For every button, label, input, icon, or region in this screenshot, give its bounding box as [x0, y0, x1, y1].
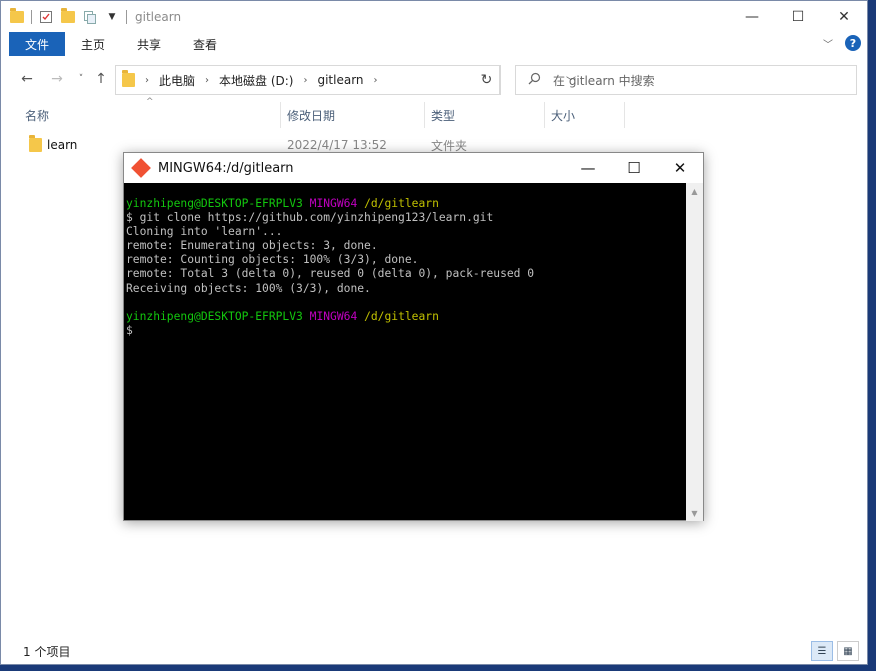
maximize-icon[interactable]: ☐: [611, 153, 657, 183]
tab-file[interactable]: 文件: [9, 32, 66, 56]
breadcrumb-this-pc[interactable]: 此电脑: [159, 72, 195, 89]
file-name: learn: [47, 138, 78, 152]
prompt-env: MINGW64: [309, 309, 358, 323]
maximize-icon[interactable]: ☐: [775, 1, 821, 32]
search-placeholder: 在 gitlearn 中搜索: [553, 73, 655, 88]
navigation-bar: ← → ˅ ↑ › 此电脑 › 本地磁盘 (D:) › gitlearn › ﹀…: [1, 63, 867, 95]
details-view-icon[interactable]: ☰: [811, 641, 833, 661]
folder-icon: [9, 7, 25, 25]
column-type[interactable]: 类型: [425, 102, 545, 128]
window-controls: — ☐ ✕: [729, 1, 867, 32]
column-modified[interactable]: 修改日期: [281, 102, 425, 128]
copy-icon[interactable]: [82, 9, 98, 25]
terminal-window-controls: — ☐ ✕: [565, 153, 703, 183]
new-folder-icon[interactable]: [60, 7, 76, 25]
view-switcher: ☰ ▦: [811, 641, 859, 661]
terminal-title-bar: MINGW64:/d/gitlearn — ☐ ✕: [124, 153, 703, 183]
tab-home[interactable]: 主页: [65, 32, 121, 56]
separator: [31, 9, 32, 24]
ribbon-tabs: 文件 主页 共享 查看 ﹀ ?: [1, 32, 867, 56]
prompt-user: yinzhipeng@DESKTOP-EFRPLV3: [126, 197, 303, 210]
output-line: remote: Enumerating objects: 3, done.: [126, 239, 378, 253]
breadcrumb-drive-d[interactable]: 本地磁盘 (D:): [219, 72, 293, 89]
status-bar-count: 1 个项目: [23, 645, 71, 659]
cursor-prompt: $: [126, 323, 133, 337]
output-line: Cloning into 'learn'...: [126, 225, 283, 239]
tab-share[interactable]: 共享: [121, 32, 177, 56]
chevron-right-icon[interactable]: ›: [205, 75, 209, 86]
prompt-path: /d/gitlearn: [364, 309, 439, 323]
refresh-icon[interactable]: ↻: [473, 65, 501, 95]
back-icon[interactable]: ←: [17, 69, 37, 89]
scroll-down-icon[interactable]: ▼: [686, 505, 703, 521]
minimize-icon[interactable]: —: [565, 153, 611, 183]
address-bar[interactable]: › 此电脑 › 本地磁盘 (D:) › gitlearn › ﹀: [115, 65, 576, 95]
chevron-right-icon[interactable]: ›: [374, 75, 378, 86]
terminal-title: MINGW64:/d/gitlearn: [158, 160, 294, 176]
git-logo-icon: [131, 158, 151, 178]
close-icon[interactable]: ✕: [821, 1, 867, 32]
minimize-icon[interactable]: —: [729, 1, 775, 32]
customize-toolbar-icon[interactable]: ▼: [104, 9, 120, 25]
help-icon[interactable]: ?: [845, 35, 861, 51]
prompt-user: yinzhipeng@DESKTOP-EFRPLV3: [126, 309, 303, 323]
output-line: Receiving objects: 100% (3/3), done.: [126, 281, 371, 295]
column-size[interactable]: 大小: [545, 102, 625, 128]
output-line: remote: Total 3 (delta 0), reused 0 (del…: [126, 267, 535, 281]
prompt-env: MINGW64: [309, 197, 358, 210]
search-icon: [528, 72, 541, 88]
breadcrumb-gitlearn[interactable]: gitlearn: [317, 73, 363, 87]
separator: [126, 9, 127, 24]
output-line: remote: Counting objects: 100% (3/3), do…: [126, 253, 419, 267]
expand-ribbon-icon[interactable]: ﹀: [823, 36, 833, 51]
column-name[interactable]: 名称: [19, 102, 281, 128]
column-headers: ^ 名称 修改日期 类型 大小: [1, 97, 625, 128]
prompt-path: /d/gitlearn: [364, 197, 439, 210]
title-bar: ▼ gitlearn — ☐ ✕: [1, 1, 867, 32]
command-line: $ git clone https://github.com/yinzhipen…: [126, 211, 494, 225]
recent-locations-icon[interactable]: ˅: [71, 69, 91, 89]
search-input[interactable]: 在 gitlearn 中搜索: [515, 65, 857, 95]
close-icon[interactable]: ✕: [657, 153, 703, 183]
quick-access-toolbar: ▼: [1, 7, 127, 25]
folder-icon: [122, 70, 135, 87]
large-icons-view-icon[interactable]: ▦: [837, 641, 859, 661]
tab-view[interactable]: 查看: [177, 32, 233, 56]
forward-icon[interactable]: →: [47, 69, 67, 89]
scroll-up-icon[interactable]: ▲: [686, 183, 703, 199]
chevron-right-icon[interactable]: ›: [145, 75, 149, 86]
terminal-scrollbar[interactable]: ▲ ▼: [686, 183, 703, 521]
window-title: gitlearn: [135, 9, 182, 24]
ribbon-right: ﹀ ?: [823, 35, 861, 51]
folder-icon: [29, 135, 42, 155]
terminal-window: MINGW64:/d/gitlearn — ☐ ✕ yinzhipeng@DES…: [123, 152, 704, 521]
chevron-right-icon[interactable]: ›: [303, 75, 307, 86]
up-icon[interactable]: ↑: [91, 69, 111, 89]
properties-icon[interactable]: [38, 9, 54, 25]
terminal-output[interactable]: yinzhipeng@DESKTOP-EFRPLV3 MINGW64 /d/gi…: [124, 183, 686, 521]
